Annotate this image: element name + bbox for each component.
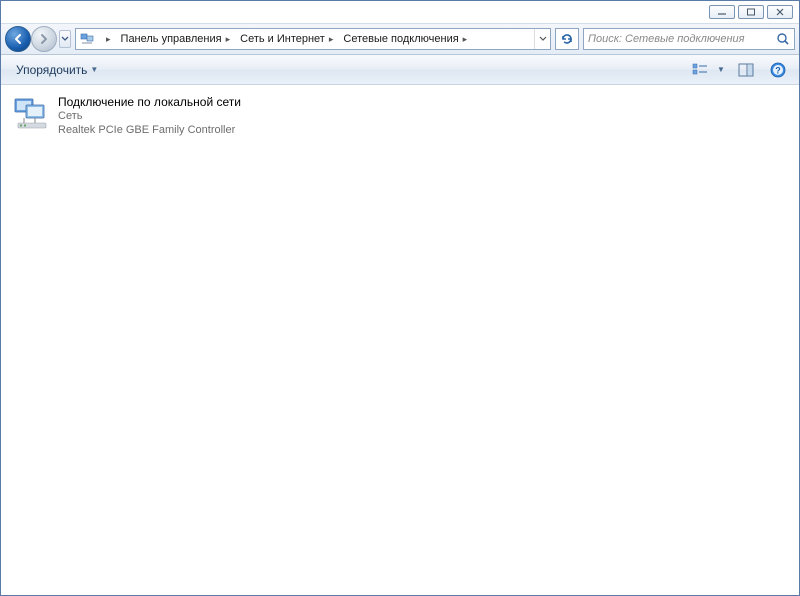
breadcrumb-root-chevron[interactable]: ▸: [96, 29, 115, 49]
breadcrumb-control-panel[interactable]: Панель управления ▸: [115, 29, 235, 49]
change-view-button[interactable]: [687, 59, 713, 81]
network-connections-icon: [78, 31, 96, 47]
address-bar[interactable]: ▸ Панель управления ▸ Сеть и Интернет ▸ Се…: [75, 28, 551, 50]
search-icon: [776, 32, 790, 49]
breadcrumb-label: Сетевые подключения: [343, 33, 458, 45]
nav-back-forward-group: [5, 26, 71, 52]
connection-title: Подключение по локальной сети: [58, 95, 241, 109]
connection-text-group: Подключение по локальной сети Сеть Realt…: [58, 95, 241, 137]
breadcrumb-label: Панель управления: [121, 33, 222, 45]
network-connection-item[interactable]: Подключение по локальной сети Сеть Realt…: [5, 91, 285, 141]
search-input[interactable]: Поиск: Сетевые подключения: [583, 28, 795, 50]
chevron-right-icon: ▸: [329, 34, 334, 45]
chevron-right-icon: ▸: [226, 34, 231, 45]
organize-button[interactable]: Упорядочить ▼: [9, 59, 105, 81]
connection-status: Сеть: [58, 109, 241, 123]
navigation-bar: ▸ Панель управления ▸ Сеть и Интернет ▸ Се…: [1, 23, 799, 55]
dropdown-arrow-icon: ▼: [90, 65, 98, 74]
forward-button[interactable]: [31, 26, 57, 52]
preview-pane-button[interactable]: [733, 59, 759, 81]
search-placeholder: Поиск: Сетевые подключения: [588, 33, 745, 45]
chevron-right-icon: ▸: [463, 34, 468, 45]
content-area: Подключение по локальной сети Сеть Realt…: [1, 85, 799, 595]
close-button[interactable]: [767, 5, 793, 19]
refresh-button[interactable]: [555, 28, 579, 50]
lan-connection-icon: [12, 95, 52, 135]
breadcrumb-network-connections[interactable]: Сетевые подключения ▸: [337, 29, 471, 49]
help-button[interactable]: ?: [765, 59, 791, 81]
svg-text:?: ?: [775, 65, 781, 75]
maximize-button[interactable]: [738, 5, 764, 19]
address-history-dropdown[interactable]: [534, 29, 550, 49]
organize-label: Упорядочить: [16, 63, 87, 77]
recent-locations-dropdown[interactable]: [59, 30, 71, 48]
connection-device: Realtek PCIe GBE Family Controller: [58, 123, 241, 137]
breadcrumb-label: Сеть и Интернет: [240, 33, 325, 45]
window-titlebar: [1, 1, 799, 23]
command-toolbar: Упорядочить ▼ ▼ ?: [1, 55, 799, 85]
back-button[interactable]: [5, 26, 31, 52]
breadcrumb-network-internet[interactable]: Сеть и Интернет ▸: [234, 29, 337, 49]
minimize-button[interactable]: [709, 5, 735, 19]
change-view-dropdown[interactable]: ▼: [715, 59, 727, 81]
